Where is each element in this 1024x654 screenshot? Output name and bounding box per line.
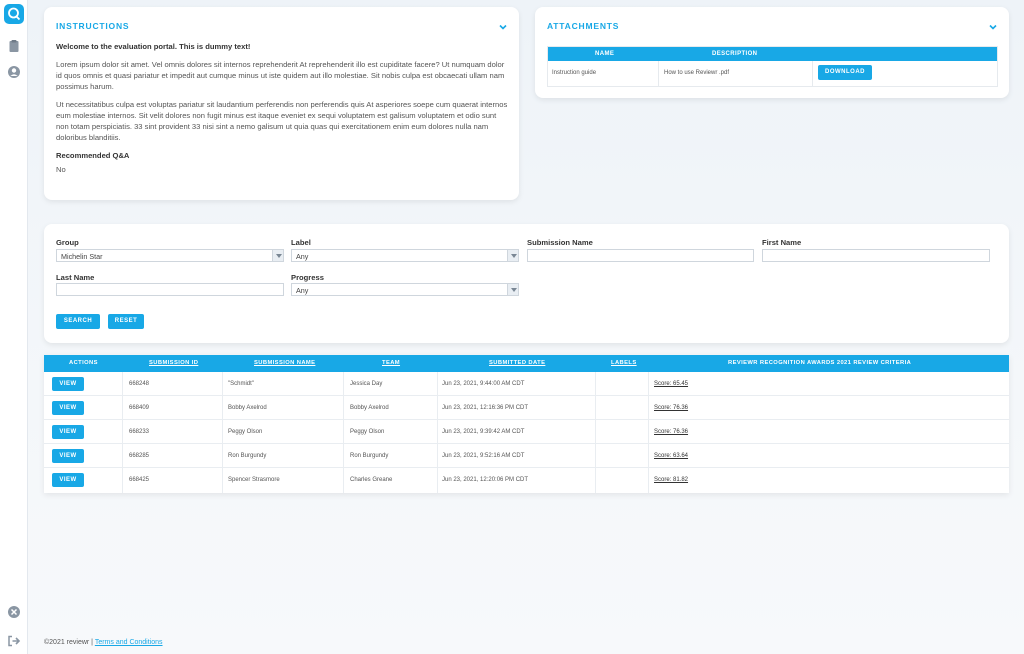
last-name-input[interactable]: [56, 283, 284, 296]
search-button[interactable]: SEARCH: [56, 314, 100, 329]
header-team[interactable]: TEAM: [382, 360, 400, 366]
attachments-header: NAME DESCRIPTION: [548, 47, 997, 61]
attachments-title: ATTACHMENTS: [547, 21, 620, 31]
header-submitted-date[interactable]: SUBMITTED DATE: [489, 360, 545, 366]
dropdown-arrow-icon[interactable]: [507, 250, 518, 261]
submission-id: 668285: [129, 453, 150, 459]
submitted-date: Jun 23, 2021, 12:20:06 PM CDT: [442, 477, 529, 483]
instructions-title: INSTRUCTIONS: [56, 21, 130, 31]
chevron-down-icon[interactable]: [988, 19, 998, 30]
team: Ron Burgundy: [350, 453, 389, 459]
group-select[interactable]: Michelin Star: [56, 249, 284, 262]
score-link[interactable]: Score: 81.82: [654, 477, 688, 483]
table-row: VIEW 668285 Ron Burgundy Ron Burgundy Ju…: [44, 444, 1009, 468]
view-button[interactable]: VIEW: [52, 377, 84, 391]
submission-name: Ron Burgundy: [228, 453, 267, 459]
submission-name: Spencer Strasmore: [228, 477, 280, 483]
view-button[interactable]: VIEW: [52, 401, 84, 415]
submission-name: Peggy Olson: [228, 429, 263, 435]
instructions-card: INSTRUCTIONS Welcome to the evaluation p…: [44, 7, 519, 200]
team: Bobby Axelrod: [350, 405, 389, 411]
progress-label: Progress: [291, 273, 324, 282]
label-select[interactable]: Any: [291, 249, 519, 262]
attachment-row: Instruction guide How to use Reviewr .pd…: [548, 61, 997, 86]
submission-id: 668409: [129, 405, 150, 411]
label-label: Label: [291, 238, 311, 247]
group-label: Group: [56, 238, 79, 247]
reviewr-logo-icon[interactable]: [4, 4, 24, 24]
close-circle-icon[interactable]: [7, 605, 21, 619]
submission-id: 668248: [129, 381, 150, 387]
attachments-card: ATTACHMENTS NAME DESCRIPTION Instruction…: [535, 7, 1009, 98]
view-button[interactable]: VIEW: [52, 473, 84, 487]
welcome-text: Welcome to the evaluation portal. This i…: [56, 42, 251, 51]
submission-name: "Schmidt": [228, 381, 254, 387]
download-button[interactable]: DOWNLOAD: [818, 65, 872, 80]
clipboard-icon[interactable]: [7, 39, 21, 53]
col-name: NAME: [595, 51, 615, 57]
dropdown-arrow-icon[interactable]: [272, 250, 283, 261]
chevron-down-icon[interactable]: [498, 19, 508, 30]
table-row: VIEW 668409 Bobby Axelrod Bobby Axelrod …: [44, 396, 1009, 420]
recommended-qa-value: No: [56, 165, 66, 174]
submission-name-input[interactable]: [527, 249, 754, 262]
team: Charles Greane: [350, 477, 393, 483]
submission-id: 668425: [129, 477, 150, 483]
col-description: DESCRIPTION: [712, 51, 758, 57]
instructions-paragraph: Lorem ipsum dolor sit amet. Vel omnis do…: [56, 60, 505, 91]
header-submission-id[interactable]: SUBMISSION ID: [149, 360, 198, 366]
submission-name-label: Submission Name: [527, 238, 593, 247]
submitted-date: Jun 23, 2021, 12:16:36 PM CDT: [442, 405, 529, 411]
submitted-date: Jun 23, 2021, 9:39:42 AM CDT: [442, 429, 525, 435]
submission-name: Bobby Axelrod: [228, 405, 267, 411]
progress-select[interactable]: Any: [291, 283, 519, 296]
submitted-date: Jun 23, 2021, 9:52:16 AM CDT: [442, 453, 525, 459]
group-value: Michelin Star: [61, 252, 103, 261]
footer: ©2021 reviewr | Terms and Conditions: [44, 639, 163, 646]
header-actions: ACTIONS: [69, 360, 98, 366]
view-button[interactable]: VIEW: [52, 449, 84, 463]
header-review-criteria: REVIEWR RECOGNITION AWARDS 2021 REVIEW C…: [728, 360, 912, 366]
submission-id: 668233: [129, 429, 150, 435]
attachment-name: Instruction guide: [552, 70, 597, 76]
header-labels[interactable]: LABELS: [611, 360, 637, 366]
score-link[interactable]: Score: 63.64: [654, 453, 688, 459]
last-name-label: Last Name: [56, 273, 95, 282]
team: Peggy Olson: [350, 429, 385, 435]
first-name-input[interactable]: [762, 249, 990, 262]
reset-button[interactable]: RESET: [108, 314, 144, 329]
submitted-date: Jun 23, 2021, 9:44:00 AM CDT: [442, 381, 525, 387]
first-name-label: First Name: [762, 238, 802, 247]
view-button[interactable]: VIEW: [52, 425, 84, 439]
table-row: VIEW 668425 Spencer Strasmore Charles Gr…: [44, 468, 1009, 492]
terms-link[interactable]: Terms and Conditions: [95, 639, 163, 646]
instructions-paragraph: Ut necessitatibus culpa est voluptas par…: [56, 100, 508, 142]
user-profile-icon[interactable]: [7, 65, 21, 79]
header-submission-name[interactable]: SUBMISSION NAME: [254, 360, 315, 366]
logout-icon[interactable]: [7, 634, 21, 648]
team: Jessica Day: [350, 381, 383, 387]
attachment-description: How to use Reviewr .pdf: [664, 70, 730, 76]
table-row: VIEW 668233 Peggy Olson Peggy Olson Jun …: [44, 420, 1009, 444]
dropdown-arrow-icon[interactable]: [507, 284, 518, 295]
filters-card: Group Michelin Star Label Any Submission…: [44, 224, 1009, 343]
table-header: ACTIONS SUBMISSION ID SUBMISSION NAME TE…: [44, 355, 1009, 372]
submissions-table: ACTIONS SUBMISSION ID SUBMISSION NAME TE…: [44, 355, 1009, 493]
score-link[interactable]: Score: 76.36: [654, 405, 688, 411]
attachments-table: NAME DESCRIPTION Instruction guide How t…: [547, 46, 998, 87]
table-row: VIEW 668248 "Schmidt" Jessica Day Jun 23…: [44, 372, 1009, 396]
label-value: Any: [296, 252, 309, 261]
progress-value: Any: [296, 286, 309, 295]
instructions-body: Welcome to the evaluation portal. This i…: [56, 41, 511, 175]
score-link[interactable]: Score: 65.45: [654, 381, 688, 387]
sidebar: [0, 0, 28, 654]
recommended-qa-label: Recommended Q&A: [56, 151, 130, 160]
copyright-text: ©2021 reviewr |: [44, 639, 93, 646]
score-link[interactable]: Score: 76.36: [654, 429, 688, 435]
